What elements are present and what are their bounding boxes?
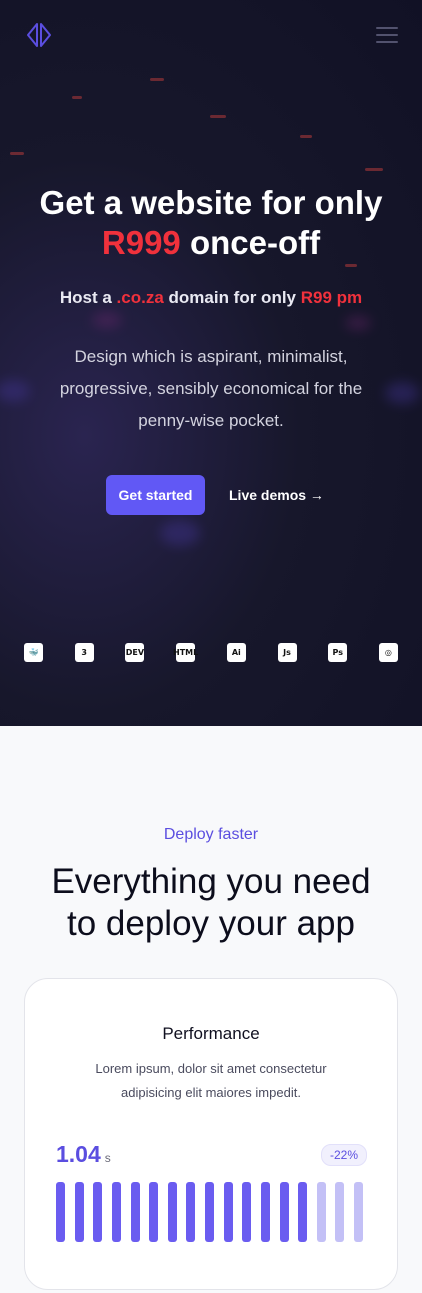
performance-bar [56,1182,65,1242]
html-icon: HTML [173,643,198,662]
decor-streak [345,264,357,267]
decor-streak [300,135,312,138]
hero-title-line1: Get a website for only [39,184,383,221]
performance-card: Performance Lorem ipsum, dolor sit amet … [24,978,398,1290]
decor-blob [160,520,200,546]
card-title: Performance [162,1024,260,1043]
split-diamond-logo[interactable] [24,20,54,50]
live-demos-link[interactable]: Live demos → [229,475,324,515]
tech-icons-row: 🐳 3 DEV HTML Ai Js Ps ◎ [24,643,398,662]
metric-unit: s [104,1151,111,1165]
performance-bar [279,1182,289,1242]
decor-streak [10,152,24,155]
performance-bar [205,1182,214,1242]
hero-title: Get a website for only R999 once-off [0,183,422,263]
subtitle-prefix: Host a [59,288,117,307]
performance-bar [335,1182,345,1242]
performance-bars [56,1182,363,1242]
subtitle-domain: .co.za [116,288,164,307]
decor-blob [345,316,371,330]
section-eyebrow: Deploy faster [163,826,259,843]
hero-title-suffix: once-off [180,224,321,261]
docker-icon: 🐳 [24,643,43,662]
decor-blob [92,312,122,328]
performance-bar [260,1182,270,1242]
top-bar [24,20,398,50]
photoshop-icon: Ps [328,643,348,662]
dev-icon: DEV [125,643,145,662]
hero-subtitle: Host a .co.za domain for only R99 pm [0,288,422,308]
card-description: Lorem ipsum, dolor sit amet consectetur … [95,1061,327,1100]
performance-bar [242,1182,252,1242]
decor-streak [365,168,383,171]
hero-title-price: R999 [101,224,181,261]
subtitle-middle: domain for only [163,288,301,307]
hamburger-icon[interactable] [376,27,398,43]
change-badge: -22% [320,1144,367,1166]
get-started-button[interactable]: Get started [106,475,205,515]
hero-section: Get a website for only R999 once-off Hos… [0,0,422,726]
performance-metric: 1.04 s [56,1141,111,1168]
javascript-icon: Js [277,643,297,662]
features-section: Deploy faster Everything you need to dep… [0,726,422,1293]
performance-bar [316,1182,326,1242]
metric-value: 1.04 [56,1141,101,1167]
performance-bar [130,1182,140,1242]
performance-bar [93,1182,103,1242]
performance-bar [186,1182,196,1242]
performance-bar [167,1182,177,1242]
illustrator-icon: Ai [226,643,246,662]
decor-blob [385,382,419,404]
circle-logo-icon: ◎ [378,643,398,662]
performance-bar [298,1182,308,1242]
performance-bar [354,1182,363,1242]
decor-streak [150,78,164,81]
performance-bar [74,1182,84,1242]
css3-icon: 3 [74,643,94,662]
section-title: Everything you need to deploy your app [51,862,371,943]
performance-bar [223,1182,233,1242]
decor-streak [210,115,226,118]
performance-bar [111,1182,121,1242]
hero-description: Design which is aspirant, minimalist, pr… [59,347,363,430]
performance-bar [149,1182,159,1242]
decor-blob [0,380,30,402]
decor-streak [72,96,82,99]
subtitle-price: R99 pm [300,288,363,307]
